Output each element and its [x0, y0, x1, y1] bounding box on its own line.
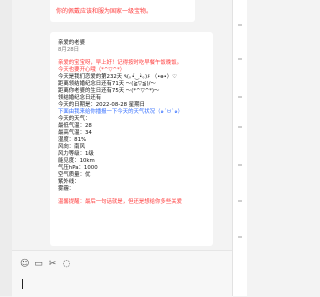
scissors-icon[interactable]: ✂ — [48, 260, 57, 269]
chat-bubble-icon[interactable]: ◌ — [62, 260, 71, 269]
strip-mark — [238, 58, 242, 60]
strip-mark — [238, 96, 242, 98]
message-line-10: 最低气温：28 — [58, 123, 92, 129]
message-line-6: 领结婚纪念日还有 — [58, 95, 102, 101]
message-date: 8月28日 — [58, 47, 80, 53]
text-cursor — [22, 279, 23, 289]
emoji-icon[interactable]: ☺ — [20, 260, 29, 269]
right-strip — [232, 0, 247, 296]
message-line-7: 今天的日期是：2022-08-28 星期日 — [58, 102, 145, 108]
message-line-16: 气压hPa：1000 — [58, 165, 98, 171]
strip-mark — [238, 164, 242, 166]
message-line-5: 距离你老婆的生日还有75天 ～(*^▽^*)～ — [58, 88, 160, 94]
message-line-12: 湿度：81% — [58, 137, 87, 143]
message-line-8: 下面由我来给你播报一下今天的天气状况（๑´ㅂ`๑） — [58, 109, 184, 115]
strip-mark — [238, 24, 242, 26]
message-line-18: 紫外线： — [58, 179, 80, 185]
main-message-bubble: 亲爱的老婆 8月28日 亲爱的宝宝呀，早上好！记得按时吃早餐午饭晚饭。 今天也要… — [50, 32, 213, 246]
strip-mark — [238, 126, 242, 128]
message-line-19: 雾霾： — [58, 186, 75, 192]
message-line-4: 距离领结婚纪念日还有71天 ～(≧▽≦)/～ — [58, 81, 156, 87]
message-line-9: 今天的天气： — [58, 116, 91, 122]
message-line-1: 亲爱的宝宝呀，早上好！记得按时吃早餐午饭晚饭。 — [58, 60, 182, 66]
message-input-area[interactable]: ☺ ▭ ✂ ◌ — [12, 250, 233, 297]
message-line-15: 能见度：10km — [58, 158, 95, 164]
message-line-17: 空气质量：优 — [58, 172, 91, 178]
folder-icon[interactable]: ▭ — [34, 260, 43, 269]
message-line-13: 风向：南风 — [58, 144, 85, 150]
chat-area[interactable]: 你的佩戴应该和服为国家一级宝物。 亲爱的老婆 8月28日 亲爱的宝宝呀，早上好！… — [12, 0, 233, 250]
left-gutter — [0, 0, 12, 296]
top-message-bubble: 你的佩戴应该和服为国家一级宝物。 — [50, 0, 195, 22]
message-line-3: 今天是我们恋爱的第232天 ٩(｡•́‿•̀｡)۶ （•ө•）♡ — [58, 74, 177, 80]
strip-mark — [238, 200, 242, 202]
message-line-11: 最高气温：34 — [58, 130, 92, 136]
strip-mark — [238, 236, 242, 238]
message-title: 亲爱的老婆 — [58, 40, 85, 46]
message-line-20: 温馨提醒：最后一句话就是，但还是想给你多些关爱 — [58, 199, 182, 205]
top-message-text: 你的佩戴应该和服为国家一级宝物。 — [56, 8, 153, 15]
message-line-2: 今天也要开心哦（*^▽^*） — [58, 67, 126, 73]
message-line-14: 风力等级：1级 — [58, 151, 94, 157]
